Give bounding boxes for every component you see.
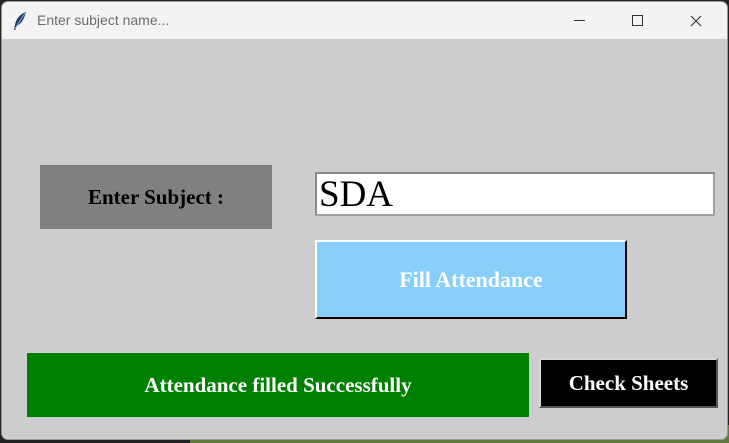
title-bar[interactable]: Enter subject name... [2, 2, 727, 39]
fill-attendance-button[interactable]: Fill Attendance [315, 240, 627, 319]
maximize-icon [631, 15, 643, 26]
close-button[interactable] [673, 2, 719, 39]
check-sheets-button[interactable]: Check Sheets [539, 358, 718, 408]
close-icon [690, 15, 702, 27]
maximize-button[interactable] [614, 2, 660, 39]
status-message: Attendance filled Successfully [27, 353, 529, 417]
minimize-icon [573, 15, 585, 26]
app-window: Enter subject name... Enter Subject : Fi… [2, 2, 727, 439]
subject-input[interactable] [315, 172, 715, 216]
feather-icon [12, 11, 28, 31]
minimize-button[interactable] [556, 2, 602, 39]
subject-label: Enter Subject : [40, 165, 272, 229]
window-title: Enter subject name... [37, 12, 170, 28]
